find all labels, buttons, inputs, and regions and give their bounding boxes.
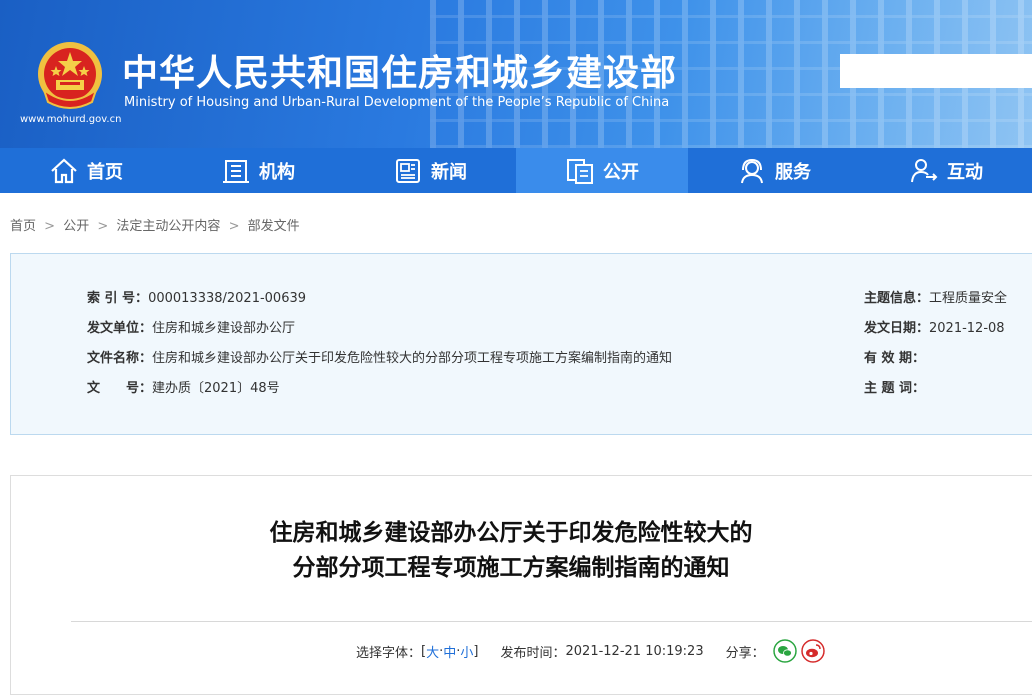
article-divider	[71, 621, 1032, 622]
meta-topic: 主题信息：工程质量安全	[864, 287, 1007, 306]
meta-docno-label: 文 号：	[87, 381, 153, 396]
breadcrumb-home[interactable]: 首页	[10, 219, 36, 234]
publish-time-label: 发布时间：	[500, 645, 566, 661]
breadcrumb-statutory[interactable]: 法定主动公开内容	[116, 219, 220, 234]
search-input[interactable]	[840, 54, 1032, 88]
weibo-share-icon[interactable]	[800, 639, 825, 663]
share-label: 分享：	[725, 645, 765, 661]
font-medium-button[interactable]: 中	[443, 642, 456, 661]
meta-keywords: 主 题 词：	[864, 377, 925, 396]
meta-index: 索 引 号：000013338/2021-00639	[87, 287, 306, 306]
meta-docno: 文 号：建办质〔2021〕48号	[87, 377, 280, 396]
site-title: 中华人民共和国住房和城乡建设部	[122, 53, 678, 94]
breadcrumb-separator: >	[97, 219, 109, 234]
nav-item-news[interactable]: 新闻	[344, 148, 516, 193]
nav-item-label: 互动	[947, 161, 983, 183]
nav-item-home[interactable]: 首页	[0, 148, 172, 193]
nav-item-organization[interactable]: 机构	[172, 148, 344, 193]
home-icon	[51, 158, 77, 183]
nav-item-service[interactable]: 服务	[688, 148, 860, 193]
font-large-button[interactable]: 大	[426, 642, 439, 661]
documents-icon	[567, 158, 593, 184]
document-metadata-panel: 索 引 号：000013338/2021-00639 发文单位：住房和城乡建设部…	[10, 253, 1032, 435]
breadcrumb-separator: >	[228, 219, 240, 234]
article-title: 住房和城乡建设部办公厅关于印发危险性较大的 分部分项工程专项施工方案编制指南的通…	[11, 516, 1011, 586]
meta-date-value: 2021-12-08	[929, 321, 1005, 336]
article-title-line-1: 住房和城乡建设部办公厅关于印发危险性较大的	[269, 520, 753, 546]
breadcrumb-public[interactable]: 公开	[63, 219, 89, 234]
meta-issuer: 发文单位：住房和城乡建设部办公厅	[87, 317, 295, 336]
breadcrumb-separator: >	[44, 219, 56, 234]
meta-filename-value: 住房和城乡建设部办公厅关于印发危险性较大的分部分项工程专项施工方案编制指南的通知	[152, 351, 673, 366]
site-url: www.mohurd.gov.cn	[20, 114, 122, 125]
article-panel: 住房和城乡建设部办公厅关于印发危险性较大的 分部分项工程专项施工方案编制指南的通…	[10, 475, 1032, 695]
meta-filename: 文件名称：住房和城乡建设部办公厅关于印发危险性较大的分部分项工程专项施工方案编制…	[87, 347, 672, 366]
meta-index-label: 索 引 号：	[87, 291, 149, 306]
wechat-share-icon[interactable]	[772, 639, 797, 663]
site-header: 中华人民共和国住房和城乡建设部 Ministry of Housing and …	[0, 0, 1032, 148]
font-size-label: 选择字体：	[356, 645, 422, 661]
meta-index-value: 000013338/2021-00639	[148, 291, 307, 306]
meta-docno-value: 建办质〔2021〕48号	[152, 381, 280, 396]
font-bracket-close: ]	[473, 643, 479, 659]
main-nav: 首页 机构 新闻 公开 服务 互动	[0, 148, 1032, 193]
article-title-line-2: 分部分项工程专项施工方案编制指南的通知	[292, 555, 730, 581]
news-icon	[396, 158, 420, 183]
meta-issuer-value: 住房和城乡建设部办公厅	[152, 321, 296, 336]
nav-item-label: 公开	[603, 161, 639, 183]
meta-validity-label: 有 效 期：	[864, 351, 926, 366]
interaction-icon	[911, 158, 938, 182]
nav-item-label: 机构	[259, 161, 295, 183]
site-title-english: Ministry of Housing and Urban-Rural Deve…	[124, 95, 670, 110]
meta-issuer-label: 发文单位：	[87, 321, 153, 336]
breadcrumb-documents[interactable]: 部发文件	[248, 219, 300, 234]
font-small-button[interactable]: 小	[460, 642, 473, 661]
publish-time-value: 2021-12-21 10:19:23	[565, 643, 704, 659]
meta-date: 发文日期：2021-12-08	[864, 317, 1005, 336]
meta-topic-value: 工程质量安全	[929, 291, 1008, 306]
meta-date-label: 发文日期：	[864, 321, 930, 336]
article-toolbar: 选择字体： [ 大 · 中 · 小 ] 发布时间： 2021-12-21 10:…	[356, 639, 825, 663]
national-emblem-icon	[38, 42, 102, 109]
nav-item-label: 服务	[775, 161, 811, 183]
meta-filename-label: 文件名称：	[87, 351, 153, 366]
nav-item-label: 首页	[87, 161, 123, 183]
nav-item-public[interactable]: 公开	[516, 148, 688, 193]
building-icon	[223, 159, 249, 183]
meta-validity: 有 效 期：	[864, 347, 925, 366]
meta-topic-label: 主题信息：	[864, 291, 930, 306]
nav-item-label: 新闻	[431, 161, 467, 183]
nav-item-interaction[interactable]: 互动	[860, 148, 1032, 193]
meta-keywords-label: 主 题 词：	[864, 381, 926, 396]
breadcrumb: 首页 > 公开 > 法定主动公开内容 > 部发文件	[10, 215, 304, 234]
service-icon	[741, 158, 763, 183]
